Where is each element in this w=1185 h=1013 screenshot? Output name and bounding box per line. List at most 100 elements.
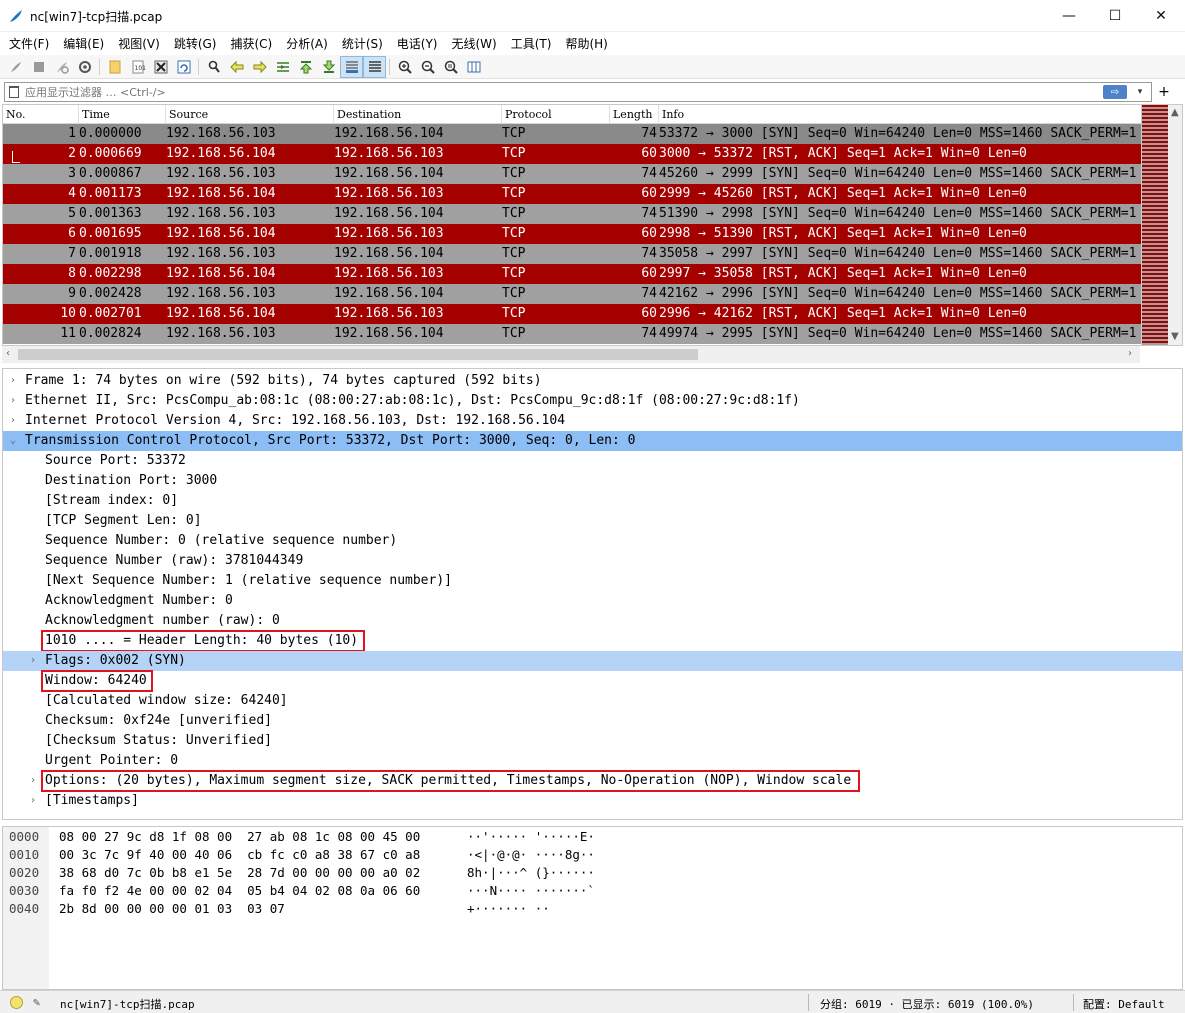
close-button[interactable]: ✕ xyxy=(1138,0,1184,32)
chevron-right-icon[interactable]: › xyxy=(7,391,19,411)
minimize-button[interactable]: — xyxy=(1046,0,1092,32)
menu-capture[interactable]: 捕获(C) xyxy=(223,32,279,54)
column-no[interactable]: No. xyxy=(3,105,79,124)
bytes-hex[interactable]: fa f0 f2 4e 00 00 02 04 05 b4 04 02 08 0… xyxy=(59,882,420,900)
scroll-up-icon[interactable]: ▲ xyxy=(1171,107,1179,118)
start-capture-icon[interactable] xyxy=(4,56,27,78)
chevron-right-icon[interactable]: › xyxy=(27,791,39,811)
packet-list-horizontal-scrollbar[interactable]: ‹ › xyxy=(2,346,1140,363)
autoscroll-icon[interactable] xyxy=(340,55,363,78)
menu-statistics[interactable]: 统计(S) xyxy=(335,32,390,54)
expert-info-led-icon[interactable] xyxy=(10,996,23,1009)
zoom-normal-icon[interactable] xyxy=(439,56,462,78)
bytes-ascii[interactable]: ··'····· '·····E· xyxy=(467,828,595,846)
scroll-left-icon[interactable]: ‹ xyxy=(6,348,10,359)
colorize-icon[interactable] xyxy=(363,55,386,78)
column-length[interactable]: Length xyxy=(610,105,659,124)
packet-minimap[interactable] xyxy=(1141,105,1168,345)
bytes-ascii[interactable]: ···N···· ·······` xyxy=(467,882,595,900)
detail-row[interactable]: › Options: (20 bytes), Maximum segment si… xyxy=(3,771,1182,791)
menu-wireless[interactable]: 无线(W) xyxy=(445,32,504,54)
go-forward-icon[interactable] xyxy=(248,56,271,78)
detail-row[interactable]: [Checksum Status: Unverified] xyxy=(3,731,1182,751)
bookmark-icon[interactable] xyxy=(9,86,19,98)
save-file-icon[interactable]: 101 xyxy=(126,56,149,78)
packet-row[interactable]: 10 0.002701 192.168.56.104 192.168.56.10… xyxy=(3,304,1141,324)
detail-row[interactable]: Sequence Number: 0 (relative sequence nu… xyxy=(3,531,1182,551)
detail-row[interactable]: [Calculated window size: 64240] xyxy=(3,691,1182,711)
packet-row[interactable]: 1 0.000000 192.168.56.103 192.168.56.104… xyxy=(3,124,1141,144)
menu-edit[interactable]: 编辑(E) xyxy=(56,32,111,54)
zoom-in-icon[interactable] xyxy=(393,56,416,78)
detail-row[interactable]: [Stream index: 0] xyxy=(3,491,1182,511)
detail-row[interactable]: › Flags: 0x002 (SYN) xyxy=(3,651,1182,671)
bytes-ascii[interactable]: ·<|·@·@· ····8g·· xyxy=(467,846,595,864)
chevron-right-icon[interactable]: › xyxy=(7,371,19,391)
menu-go[interactable]: 跳转(G) xyxy=(167,32,224,54)
capture-comment-icon[interactable]: ✎ xyxy=(33,995,40,1009)
add-filter-button[interactable]: + xyxy=(1156,82,1172,102)
go-to-first-packet-icon[interactable] xyxy=(294,56,317,78)
capture-options-icon[interactable] xyxy=(73,56,96,78)
detail-row[interactable]: Acknowledgment number (raw): 0 xyxy=(3,611,1182,631)
menu-view[interactable]: 视图(V) xyxy=(111,32,167,54)
detail-row[interactable]: Window: 64240 xyxy=(3,671,1182,691)
apply-filter-arrow-icon[interactable]: ⇨ xyxy=(1103,85,1127,99)
detail-row[interactable]: Sequence Number (raw): 3781044349 xyxy=(3,551,1182,571)
bytes-hex[interactable]: 38 68 d0 7c 0b b8 e1 5e 28 7d 00 00 00 0… xyxy=(59,864,420,882)
chevron-right-icon[interactable]: › xyxy=(27,771,39,791)
chevron-right-icon[interactable]: › xyxy=(27,651,39,671)
packet-row[interactable]: 7 0.001918 192.168.56.103 192.168.56.104… xyxy=(3,244,1141,264)
go-to-last-packet-icon[interactable] xyxy=(317,56,340,78)
detail-row[interactable]: [Next Sequence Number: 1 (relative seque… xyxy=(3,571,1182,591)
detail-row[interactable]: Acknowledgment Number: 0 xyxy=(3,591,1182,611)
detail-row[interactable]: Urgent Pointer: 0 xyxy=(3,751,1182,771)
close-file-icon[interactable] xyxy=(149,56,172,78)
packet-row[interactable]: 5 0.001363 192.168.56.103 192.168.56.104… xyxy=(3,204,1141,224)
detail-row[interactable]: Source Port: 53372 xyxy=(3,451,1182,471)
detail-row[interactable]: › Frame 1: 74 bytes on wire (592 bits), 7… xyxy=(3,371,1182,391)
packet-list-vertical-scrollbar[interactable]: ▲ ▼ xyxy=(1168,105,1182,345)
scroll-right-icon[interactable]: › xyxy=(1128,348,1132,359)
scroll-down-icon[interactable]: ▼ xyxy=(1171,331,1179,342)
reload-file-icon[interactable] xyxy=(172,56,195,78)
menu-analyze[interactable]: 分析(A) xyxy=(279,32,335,54)
detail-row[interactable]: › Ethernet II, Src: PcsCompu_ab:08:1c (08… xyxy=(3,391,1182,411)
column-destination[interactable]: Destination xyxy=(334,105,502,124)
find-packet-icon[interactable] xyxy=(202,56,225,78)
column-source[interactable]: Source xyxy=(166,105,334,124)
packet-row[interactable]: 3 0.000867 192.168.56.103 192.168.56.104… xyxy=(3,164,1141,184)
detail-row[interactable]: 1010 .... = Header Length: 40 bytes (10) xyxy=(3,631,1182,651)
packet-row[interactable]: 6 0.001695 192.168.56.104 192.168.56.103… xyxy=(3,224,1141,244)
menu-telephony[interactable]: 电话(Y) xyxy=(390,32,445,54)
detail-row[interactable]: Checksum: 0xf24e [unverified] xyxy=(3,711,1182,731)
bytes-hex[interactable]: 2b 8d 00 00 00 00 01 03 03 07 xyxy=(59,900,285,918)
bytes-hex[interactable]: 08 00 27 9c d8 1f 08 00 27 ab 08 1c 08 0… xyxy=(59,828,420,846)
go-back-icon[interactable] xyxy=(225,56,248,78)
detail-row[interactable]: › Internet Protocol Version 4, Src: 192.1… xyxy=(3,411,1182,431)
detail-row[interactable]: [TCP Segment Len: 0] xyxy=(3,511,1182,531)
detail-row[interactable]: ⌄ Transmission Control Protocol, Src Port… xyxy=(3,431,1182,451)
packet-row[interactable]: 11 0.002824 192.168.56.103 192.168.56.10… xyxy=(3,324,1141,344)
bytes-ascii[interactable]: +······· ·· xyxy=(467,900,550,918)
column-info[interactable]: Info xyxy=(659,105,1141,124)
scrollbar-thumb[interactable] xyxy=(18,349,698,360)
packet-row[interactable]: 2 0.000669 192.168.56.104 192.168.56.103… xyxy=(3,144,1141,164)
go-to-packet-icon[interactable] xyxy=(271,56,294,78)
packet-row[interactable]: 4 0.001173 192.168.56.104 192.168.56.103… xyxy=(3,184,1141,204)
menu-file[interactable]: 文件(F) xyxy=(2,32,56,54)
stop-capture-icon[interactable] xyxy=(27,56,50,78)
detail-row[interactable]: › [Timestamps] xyxy=(3,791,1182,811)
resize-columns-icon[interactable] xyxy=(462,56,485,78)
chevron-down-icon[interactable]: ⌄ xyxy=(7,431,19,451)
packet-row[interactable]: 9 0.002428 192.168.56.103 192.168.56.104… xyxy=(3,284,1141,304)
packet-row[interactable]: 8 0.002298 192.168.56.104 192.168.56.103… xyxy=(3,264,1141,284)
status-profile[interactable]: 配置: Default xyxy=(1083,996,1165,1012)
column-protocol[interactable]: Protocol xyxy=(502,105,610,124)
menu-tools[interactable]: 工具(T) xyxy=(504,32,559,54)
bytes-ascii[interactable]: 8h·|···^ (}······ xyxy=(467,864,595,882)
menu-help[interactable]: 帮助(H) xyxy=(558,32,614,54)
column-time[interactable]: Time xyxy=(79,105,166,124)
open-file-icon[interactable] xyxy=(103,56,126,78)
detail-row[interactable]: Destination Port: 3000 xyxy=(3,471,1182,491)
